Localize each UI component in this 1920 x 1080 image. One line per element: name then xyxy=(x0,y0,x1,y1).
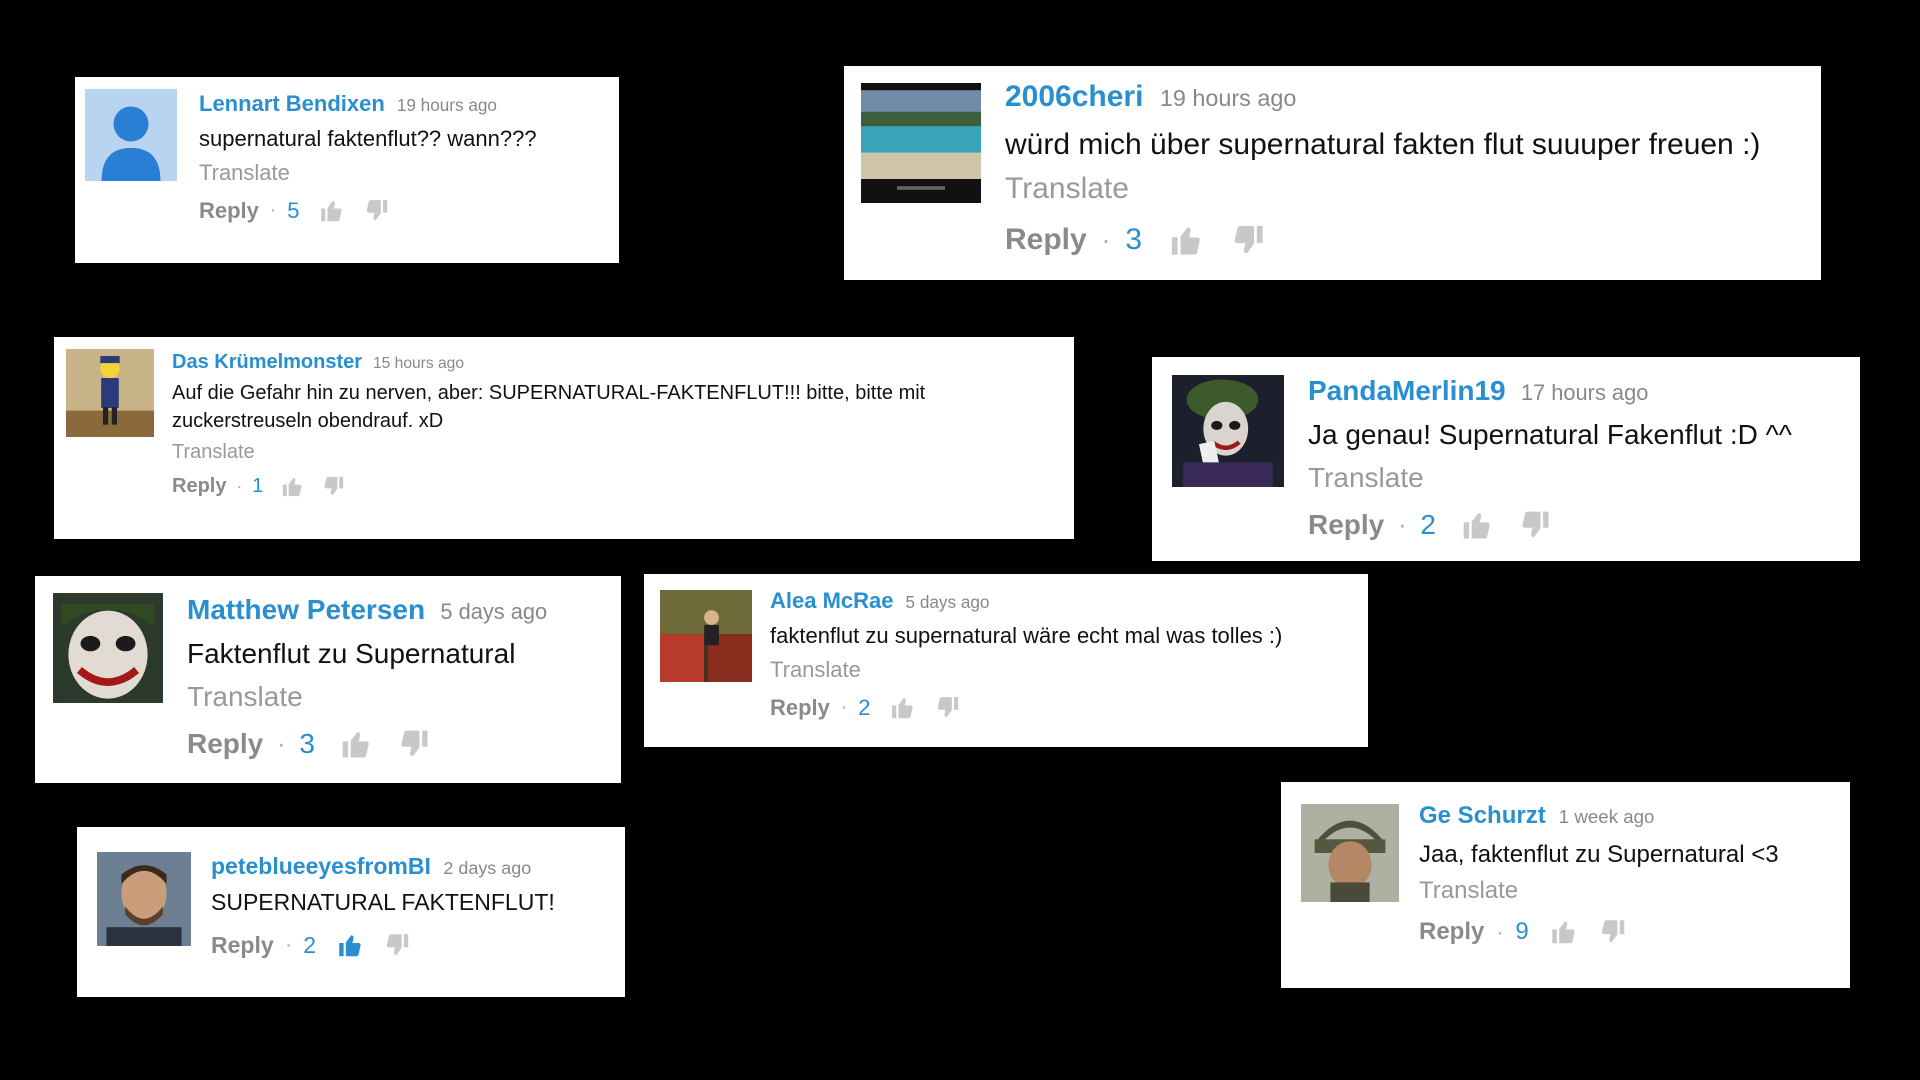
comment-text: supernatural faktenflut?? wann??? xyxy=(199,126,537,152)
timestamp[interactable]: 15 hours ago xyxy=(373,355,464,373)
reply-button[interactable]: Reply xyxy=(770,695,830,721)
thumbs-down-icon[interactable] xyxy=(398,728,430,760)
separator-dot: · xyxy=(1398,510,1407,539)
separator-dot: · xyxy=(269,199,277,222)
comment-card: peteblueeyesfromBI 2 days ago SUPERNATURA… xyxy=(77,827,625,997)
author-name[interactable]: Das Krümelmonster xyxy=(172,351,362,374)
comment-card: Lennart Bendixen 19 hours ago supernatura… xyxy=(75,77,619,263)
comment-text: Auf die Gefahr hin zu nerven, aber: SUPE… xyxy=(172,382,926,432)
collage-photo xyxy=(660,590,752,682)
thumbs-down-icon[interactable] xyxy=(384,932,410,958)
timestamp[interactable]: 17 hours ago xyxy=(1521,380,1648,406)
thumbs-up-icon[interactable] xyxy=(890,695,915,720)
comment-text: Ja genau! Supernatural Fakenflut :D ^^ xyxy=(1308,418,1792,450)
comment-card: Matthew Petersen 5 days ago Faktenflut zu… xyxy=(35,576,621,783)
beach-photo xyxy=(861,83,981,203)
separator-dot: · xyxy=(840,696,848,719)
like-count: 2 xyxy=(303,931,317,958)
author-name[interactable]: PandaMerlin19 xyxy=(1308,375,1506,407)
separator-dot: · xyxy=(1496,918,1504,944)
thumbs-down-icon[interactable] xyxy=(364,198,389,223)
comment-card: Ge Schurzt 1 week ago Jaa, faktenflut zu … xyxy=(1281,782,1850,988)
comment-text: würd mich über supernatural fakten flut … xyxy=(1005,127,1761,161)
timestamp[interactable]: 19 hours ago xyxy=(397,95,497,116)
like-count: 2 xyxy=(858,694,871,720)
translate-link[interactable]: Translate xyxy=(172,441,1062,464)
like-count: 1 xyxy=(252,474,264,497)
like-count: 2 xyxy=(1420,509,1436,541)
timestamp[interactable]: 19 hours ago xyxy=(1160,85,1297,112)
timestamp[interactable]: 2 days ago xyxy=(443,858,531,879)
thumbs-up-icon[interactable] xyxy=(281,475,304,498)
separator-dot: · xyxy=(1101,224,1111,255)
thumbs-up-icon[interactable] xyxy=(1550,918,1578,946)
reply-button[interactable]: Reply xyxy=(1005,223,1087,257)
author-name[interactable]: Lennart Bendixen xyxy=(199,91,385,117)
comment-text: SUPERNATURAL FAKTENFLUT! xyxy=(211,889,555,916)
thumbs-down-icon[interactable] xyxy=(1231,223,1266,258)
thumbs-up-icon[interactable] xyxy=(319,198,344,223)
avatar[interactable] xyxy=(66,349,154,437)
comment-card: PandaMerlin19 17 hours ago Ja genau! Supe… xyxy=(1152,357,1860,561)
like-count: 3 xyxy=(299,728,315,760)
comment-card: Alea McRae 5 days ago faktenflut zu super… xyxy=(644,574,1368,747)
separator-dot: · xyxy=(277,729,286,758)
timestamp[interactable]: 5 days ago xyxy=(440,599,547,625)
thumbs-down-icon[interactable] xyxy=(1519,509,1551,541)
avatar[interactable] xyxy=(1172,375,1284,487)
avatar[interactable] xyxy=(1301,804,1399,902)
author-name[interactable]: Ge Schurzt xyxy=(1419,802,1546,830)
translate-link[interactable]: Translate xyxy=(1419,877,1844,905)
translate-link[interactable]: Translate xyxy=(199,160,609,186)
author-name[interactable]: Alea McRae xyxy=(770,588,894,614)
comment-card: Das Krümelmonster 15 hours ago Auf die Ge… xyxy=(54,337,1074,539)
reply-button[interactable]: Reply xyxy=(1419,918,1484,946)
author-name[interactable]: 2006cheri xyxy=(1005,80,1143,114)
avatar[interactable] xyxy=(660,590,752,682)
avatar[interactable] xyxy=(53,593,163,703)
separator-dot: · xyxy=(236,475,243,496)
cartoon-character xyxy=(66,349,154,437)
translate-link[interactable]: Translate xyxy=(1308,462,1853,494)
avatar[interactable] xyxy=(861,83,981,203)
like-count: 3 xyxy=(1125,223,1143,257)
like-count: 9 xyxy=(1515,917,1529,945)
author-name[interactable]: Matthew Petersen xyxy=(187,594,425,626)
timestamp[interactable]: 5 days ago xyxy=(906,592,990,613)
reply-button[interactable]: Reply xyxy=(187,728,263,760)
comment-text: Jaa, faktenflut zu Supernatural <3 xyxy=(1419,840,1779,868)
joker-photo xyxy=(1172,375,1284,487)
translate-link[interactable]: Translate xyxy=(770,657,1360,683)
default-user-silhouette-icon xyxy=(85,89,177,181)
joker-face-photo xyxy=(53,593,163,703)
soldier-helmet-photo xyxy=(1301,804,1399,902)
man-portrait-photo xyxy=(97,852,191,946)
timestamp[interactable]: 1 week ago xyxy=(1559,806,1655,828)
reply-button[interactable]: Reply xyxy=(172,475,226,498)
author-name[interactable]: peteblueeyesfromBI xyxy=(211,853,431,880)
thumbs-down-icon[interactable] xyxy=(1599,918,1627,946)
thumbs-down-icon[interactable] xyxy=(935,695,960,720)
separator-dot: · xyxy=(285,933,292,957)
thumbs-down-icon[interactable] xyxy=(322,475,345,498)
translate-link[interactable]: Translate xyxy=(1005,172,1815,206)
reply-button[interactable]: Reply xyxy=(1308,509,1384,541)
comment-text: Faktenflut zu Supernatural xyxy=(187,637,516,669)
thumbs-up-icon[interactable] xyxy=(1169,223,1204,258)
thumbs-up-icon[interactable] xyxy=(340,728,372,760)
comment-text: faktenflut zu supernatural wäre echt mal… xyxy=(770,623,1283,649)
avatar[interactable] xyxy=(85,89,177,181)
avatar[interactable] xyxy=(97,852,191,946)
thumbs-up-icon[interactable] xyxy=(337,932,363,958)
comment-card: 2006cheri 19 hours ago würd mich über sup… xyxy=(844,66,1821,280)
translate-link[interactable]: Translate xyxy=(187,681,612,713)
reply-button[interactable]: Reply xyxy=(211,932,274,959)
like-count: 5 xyxy=(287,197,300,223)
thumbs-up-icon[interactable] xyxy=(1461,509,1493,541)
reply-button[interactable]: Reply xyxy=(199,198,259,224)
